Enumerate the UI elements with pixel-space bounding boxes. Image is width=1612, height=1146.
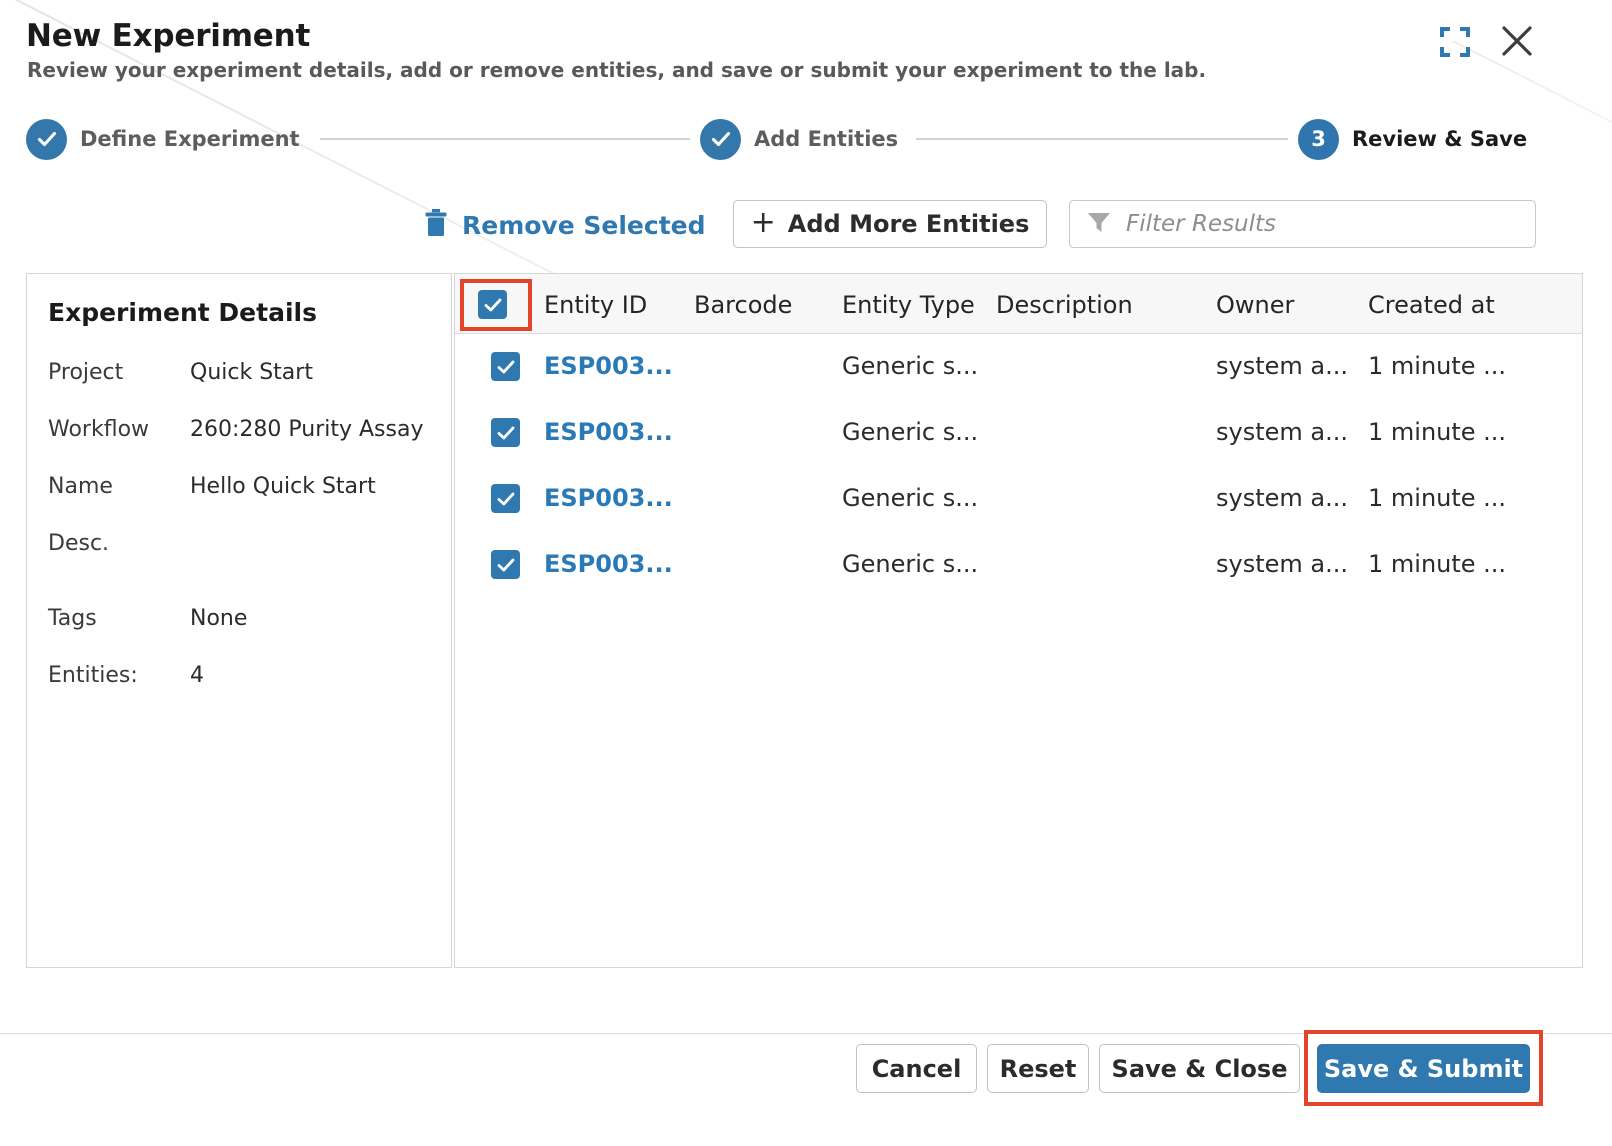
cell-entity-type: Generic s...: [842, 418, 979, 446]
cell-created-at: 1 minute ...: [1368, 484, 1507, 512]
step-label: Define Experiment: [80, 127, 300, 151]
cell-entity-type: Generic s...: [842, 352, 979, 380]
step-connector-2: [916, 138, 1288, 140]
add-more-entities-button[interactable]: + Add More Entities: [733, 200, 1047, 248]
cell-owner: system a...: [1216, 484, 1348, 512]
cell-entity-type: Generic s...: [842, 550, 979, 578]
detail-row-project: Project Quick Start: [48, 360, 438, 390]
cell-entity-type: Generic s...: [842, 484, 979, 512]
detail-value: None: [190, 606, 248, 631]
column-header-entity-id[interactable]: Entity ID: [544, 291, 647, 319]
filter-results-input[interactable]: [1124, 203, 1528, 245]
cell-entity-id[interactable]: ESP003...: [544, 352, 673, 380]
close-icon[interactable]: [1498, 22, 1536, 60]
cell-owner: system a...: [1216, 418, 1348, 446]
detail-value: 4: [190, 663, 204, 688]
detail-value: Quick Start: [190, 360, 313, 385]
maximize-icon[interactable]: [1437, 24, 1473, 60]
table-row[interactable]: ESP003... Generic s... system a... 1 min…: [455, 532, 1582, 598]
table-row[interactable]: ESP003... Generic s... system a... 1 min…: [455, 334, 1582, 400]
plus-icon: +: [750, 204, 776, 240]
detail-key: Workflow: [48, 417, 150, 442]
row-checkbox[interactable]: [491, 352, 520, 381]
step-add-entities[interactable]: Add Entities: [700, 118, 898, 160]
detail-row-entities: Entities: 4: [48, 663, 438, 693]
filter-results-field[interactable]: [1069, 200, 1536, 248]
column-header-owner[interactable]: Owner: [1216, 291, 1294, 319]
detail-value: Hello Quick Start: [190, 474, 376, 499]
column-header-entity-type[interactable]: Entity Type: [842, 291, 975, 319]
column-header-created-at[interactable]: Created at: [1368, 291, 1495, 319]
step-connector-1: [320, 138, 690, 140]
table-row[interactable]: ESP003... Generic s... system a... 1 min…: [455, 466, 1582, 532]
cell-entity-id[interactable]: ESP003...: [544, 418, 673, 446]
cell-created-at: 1 minute ...: [1368, 352, 1507, 380]
select-all-checkbox[interactable]: [478, 290, 507, 319]
detail-row-tags: Tags None: [48, 606, 438, 636]
row-checkbox[interactable]: [491, 484, 520, 513]
add-more-entities-label: Add More Entities: [787, 210, 1030, 238]
page-subtitle: Review your experiment details, add or r…: [27, 58, 1207, 82]
step-complete-check-icon: [26, 118, 67, 160]
page-title: New Experiment: [26, 18, 311, 54]
table-header-row: Entity ID Barcode Entity Type Descriptio…: [455, 274, 1582, 334]
detail-key: Desc.: [48, 531, 110, 556]
save-and-submit-button[interactable]: Save & Submit: [1317, 1044, 1530, 1093]
experiment-details-title: Experiment Details: [48, 298, 317, 327]
detail-row-workflow: Workflow 260:280 Purity Assay: [48, 417, 438, 447]
entities-toolbar: Remove Selected + Add More Entities: [0, 198, 1612, 252]
detail-key: Project: [48, 360, 124, 385]
stepper: Define Experiment Add Entities 3 Review …: [0, 118, 1612, 162]
entities-table-panel: Entity ID Barcode Entity Type Descriptio…: [454, 273, 1583, 968]
detail-value: 260:280 Purity Assay: [190, 417, 424, 442]
cell-owner: system a...: [1216, 550, 1348, 578]
detail-key: Name: [48, 474, 113, 499]
step-number-badge: 3: [1298, 118, 1339, 160]
cell-owner: system a...: [1216, 352, 1348, 380]
experiment-details-panel: Experiment Details Project Quick Start W…: [26, 273, 452, 968]
column-header-description[interactable]: Description: [996, 291, 1133, 319]
row-checkbox[interactable]: [491, 418, 520, 447]
cell-entity-id[interactable]: ESP003...: [544, 484, 673, 512]
reset-button[interactable]: Reset: [987, 1044, 1089, 1093]
step-review-and-save[interactable]: 3 Review & Save: [1298, 118, 1527, 160]
detail-key: Entities:: [48, 663, 138, 688]
detail-key: Tags: [48, 606, 97, 631]
footer-divider: [0, 1033, 1612, 1034]
save-and-close-button[interactable]: Save & Close: [1099, 1044, 1300, 1093]
funnel-icon: [1086, 210, 1112, 238]
cell-entity-id[interactable]: ESP003...: [544, 550, 673, 578]
cell-created-at: 1 minute ...: [1368, 418, 1507, 446]
step-label: Review & Save: [1352, 127, 1528, 151]
step-complete-check-icon: [700, 118, 741, 160]
detail-row-name: Name Hello Quick Start: [48, 474, 438, 504]
step-define-experiment[interactable]: Define Experiment: [26, 118, 300, 160]
table-row[interactable]: ESP003... Generic s... system a... 1 min…: [455, 400, 1582, 466]
cancel-button[interactable]: Cancel: [856, 1044, 977, 1093]
row-checkbox[interactable]: [491, 550, 520, 579]
detail-row-description: Desc.: [48, 531, 438, 561]
column-header-barcode[interactable]: Barcode: [694, 291, 792, 319]
trash-icon: [424, 208, 448, 242]
cell-created-at: 1 minute ...: [1368, 550, 1507, 578]
step-label: Add Entities: [754, 127, 899, 151]
remove-selected-button[interactable]: Remove Selected: [424, 202, 706, 248]
remove-selected-label: Remove Selected: [462, 210, 706, 240]
